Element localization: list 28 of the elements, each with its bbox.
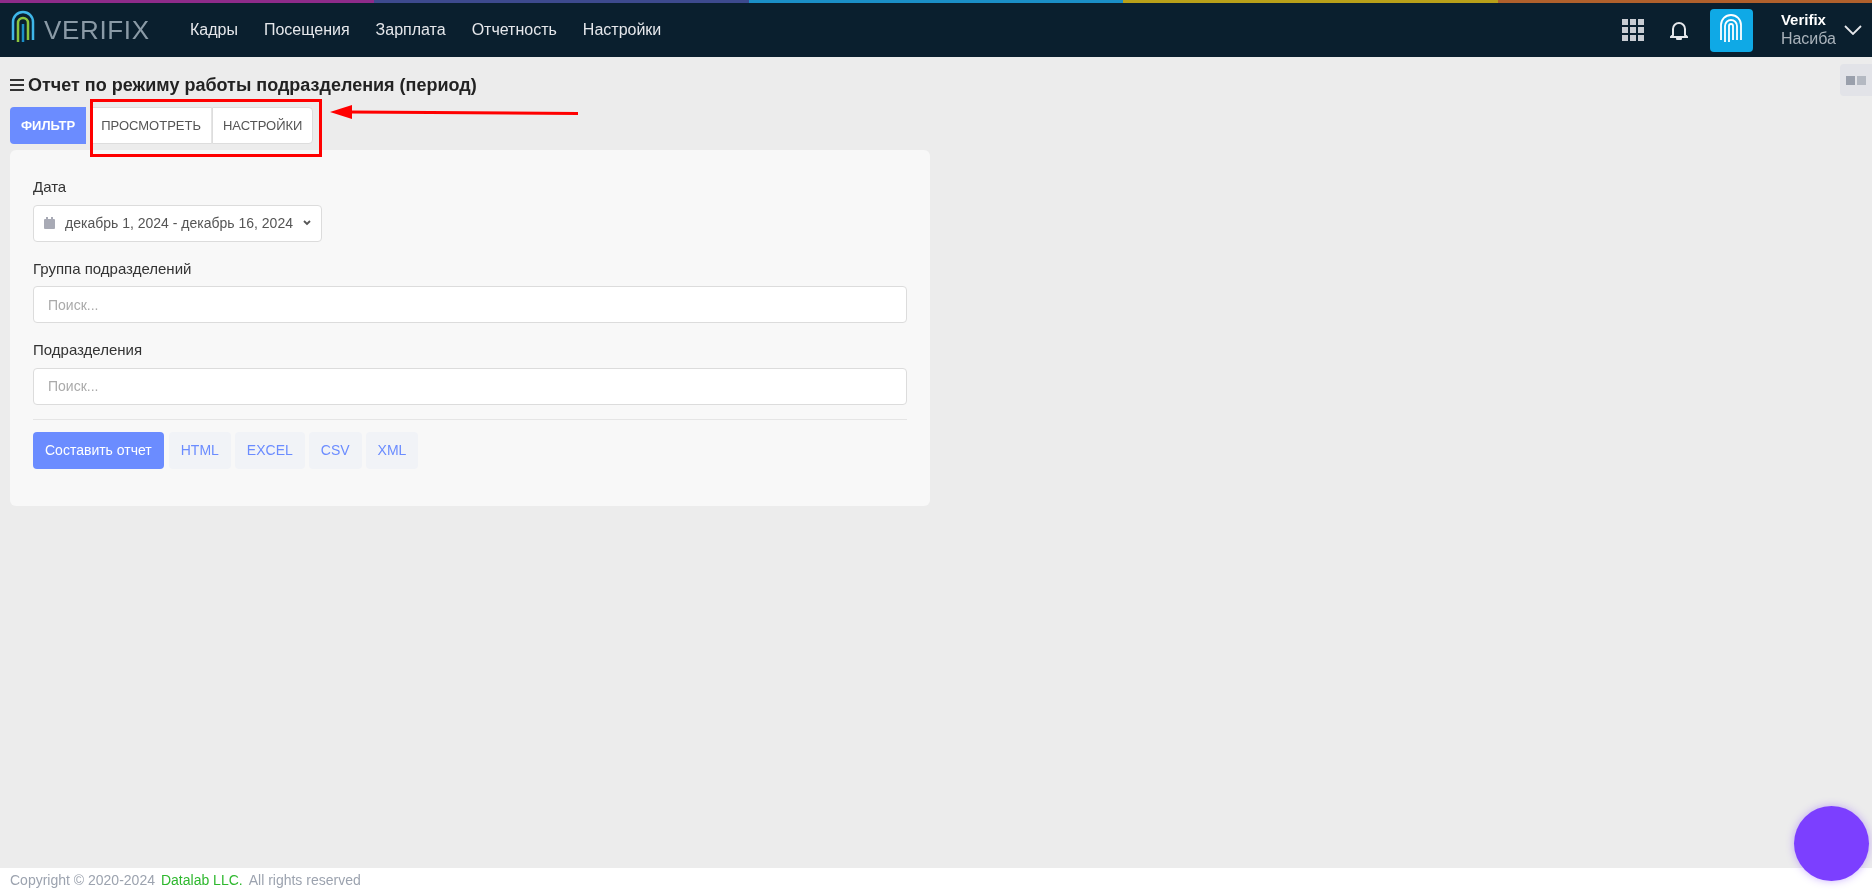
rights-text: All rights reserved — [248, 870, 361, 890]
user-subtitle: Насиба — [1780, 29, 1836, 50]
chat-launcher-button[interactable] — [1794, 806, 1869, 881]
chevron-down-icon — [303, 220, 311, 226]
tab[interactable]: НАСТРОЙКИ — [212, 107, 314, 144]
field-label: Дата — [33, 177, 68, 197]
tab[interactable]: ПРОСМОТРЕТЬ — [90, 107, 212, 144]
nav-link[interactable]: Настройки — [582, 18, 662, 42]
nav-link[interactable]: Кадры — [190, 18, 238, 42]
search-field[interactable]: Поиск... — [33, 367, 907, 405]
avatar-fingerprint-icon[interactable] — [1709, 8, 1753, 52]
nav-link[interactable]: Посещения — [263, 18, 350, 42]
user-name: Verifix — [1780, 10, 1827, 30]
field-label: Группа подразделений — [33, 258, 193, 279]
chevron-down-icon[interactable] — [1844, 25, 1862, 35]
notification-bell-icon[interactable] — [1669, 20, 1688, 40]
apps-grid-icon[interactable] — [1621, 19, 1644, 41]
logo-text: VERIFIX — [44, 13, 150, 47]
search-field[interactable]: Поиск... — [33, 286, 907, 323]
field-label: Подразделения — [33, 340, 144, 360]
page-title: Отчет по режиму работы подразделения (период) — [28, 73, 477, 97]
menu-icon[interactable] — [10, 79, 24, 91]
translate-icon — [1846, 75, 1866, 85]
nav-link[interactable]: Зарплата — [375, 18, 446, 42]
calendar-icon — [44, 217, 55, 229]
copyright-text: Copyright © 2020-2024 — [10, 870, 155, 890]
date-range-picker[interactable]: декабрь 1, 2024 - декабрь 16, 2024 — [33, 204, 322, 242]
nav-link[interactable]: Отчетность — [471, 18, 557, 42]
